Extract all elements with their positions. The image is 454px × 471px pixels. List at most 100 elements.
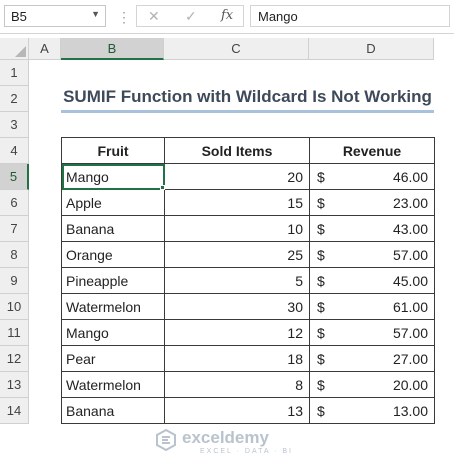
cell-fruit[interactable]: Orange xyxy=(61,241,165,268)
cell-fruit[interactable]: Mango xyxy=(61,319,165,346)
currency-symbol: $ xyxy=(317,351,325,367)
name-box[interactable]: B5 ▼ xyxy=(4,5,106,27)
table-row: Pineapple 5 $45.00 xyxy=(61,267,435,294)
table-row: Apple 15 $23.00 xyxy=(61,189,435,216)
enter-icon[interactable]: ✓ xyxy=(185,8,197,25)
table-row: Banana 10 $43.00 xyxy=(61,215,435,242)
select-all-corner[interactable] xyxy=(0,38,29,60)
formula-buttons: ✕ ✓ fx xyxy=(136,5,244,27)
cell-sold[interactable]: 10 xyxy=(164,215,310,242)
cancel-icon[interactable]: ✕ xyxy=(148,8,160,25)
column-header-c[interactable]: C xyxy=(164,38,309,60)
table-row: Mango 20 $46.00 xyxy=(61,163,435,190)
cell-revenue[interactable]: $57.00 xyxy=(309,319,435,346)
row-header-13[interactable]: 13 xyxy=(0,372,29,398)
row-header-1[interactable]: 1 xyxy=(0,60,29,86)
row-header-4[interactable]: 4 xyxy=(0,138,29,164)
cell-sold[interactable]: 5 xyxy=(164,267,310,294)
row-header-9[interactable]: 9 xyxy=(0,268,29,294)
row-header-7[interactable]: 7 xyxy=(0,216,29,242)
cell-fruit[interactable]: Watermelon xyxy=(61,293,165,320)
table-row: Banana 13 $13.00 xyxy=(61,397,435,424)
cell-sold[interactable]: 13 xyxy=(164,397,310,424)
chevron-down-icon[interactable]: ▼ xyxy=(91,9,100,19)
revenue-value: 57.00 xyxy=(392,324,428,341)
revenue-value: 61.00 xyxy=(392,298,428,315)
row-header-11[interactable]: 11 xyxy=(0,320,29,346)
header-sold-items[interactable]: Sold Items xyxy=(164,137,310,164)
watermark-brand: exceldemy xyxy=(182,428,269,447)
currency-symbol: $ xyxy=(317,299,325,315)
table-row: Mango 12 $57.00 xyxy=(61,319,435,346)
table-header-row: Fruit Sold Items Revenue xyxy=(61,137,435,164)
formula-bar: B5 ▼ ⋮ ✕ ✓ fx Mango xyxy=(0,0,454,34)
cell-fruit[interactable]: Apple xyxy=(61,189,165,216)
cell-fruit[interactable]: Pineapple xyxy=(61,267,165,294)
revenue-value: 57.00 xyxy=(392,246,428,263)
name-box-value: B5 xyxy=(11,9,27,24)
revenue-value: 20.00 xyxy=(392,376,428,393)
revenue-value: 13.00 xyxy=(392,402,428,419)
cell-revenue[interactable]: $45.00 xyxy=(309,267,435,294)
revenue-value: 43.00 xyxy=(392,220,428,237)
revenue-value: 23.00 xyxy=(392,194,428,211)
cell-sold[interactable]: 8 xyxy=(164,371,310,398)
cell-fruit[interactable]: Banana xyxy=(61,215,165,242)
exceldemy-watermark: exceldemy EXCEL · DATA · BI xyxy=(155,425,298,459)
cell-revenue[interactable]: $27.00 xyxy=(309,345,435,372)
table-row: Watermelon 8 $20.00 xyxy=(61,371,435,398)
row-header-10[interactable]: 10 xyxy=(0,294,29,320)
table-row: Watermelon 30 $61.00 xyxy=(61,293,435,320)
currency-symbol: $ xyxy=(317,221,325,237)
currency-symbol: $ xyxy=(317,195,325,211)
currency-symbol: $ xyxy=(317,377,325,393)
formula-input[interactable]: Mango xyxy=(250,5,450,27)
row-header-12[interactable]: 12 xyxy=(0,346,29,372)
cell-fruit[interactable]: Banana xyxy=(61,397,165,424)
cell-revenue[interactable]: $13.00 xyxy=(309,397,435,424)
currency-symbol: $ xyxy=(317,403,325,419)
row-header-14[interactable]: 14 xyxy=(0,398,29,424)
revenue-value: 45.00 xyxy=(392,272,428,289)
fill-handle[interactable] xyxy=(160,185,165,190)
currency-symbol: $ xyxy=(317,325,325,341)
cell-fruit[interactable]: Mango xyxy=(61,163,165,190)
header-revenue[interactable]: Revenue xyxy=(309,137,435,164)
currency-symbol: $ xyxy=(317,169,325,185)
row-header-8[interactable]: 8 xyxy=(0,242,29,268)
cell-sold[interactable]: 30 xyxy=(164,293,310,320)
revenue-value: 46.00 xyxy=(392,168,428,185)
column-header-b[interactable]: B xyxy=(61,38,164,60)
cell-sold[interactable]: 25 xyxy=(164,241,310,268)
cell-sold[interactable]: 18 xyxy=(164,345,310,372)
cell-sold[interactable]: 12 xyxy=(164,319,310,346)
row-header-6[interactable]: 6 xyxy=(0,190,29,216)
cell-fruit[interactable]: Watermelon xyxy=(61,371,165,398)
row-header-3[interactable]: 3 xyxy=(0,112,29,138)
revenue-value: 27.00 xyxy=(392,350,428,367)
cell-revenue[interactable]: $20.00 xyxy=(309,371,435,398)
cell-sold[interactable]: 20 xyxy=(164,163,310,190)
cell-revenue[interactable]: $23.00 xyxy=(309,189,435,216)
exceldemy-logo-icon xyxy=(156,429,176,451)
currency-symbol: $ xyxy=(317,273,325,289)
title-underline xyxy=(61,110,434,113)
row-header-2[interactable]: 2 xyxy=(0,86,29,112)
insert-function-icon[interactable]: fx xyxy=(221,8,233,23)
row-header-5[interactable]: 5 xyxy=(0,164,29,190)
cell-revenue[interactable]: $61.00 xyxy=(309,293,435,320)
column-header-a[interactable]: A xyxy=(29,38,61,60)
cell-revenue[interactable]: $46.00 xyxy=(309,163,435,190)
select-all-icon xyxy=(15,46,26,57)
table-row: Orange 25 $57.00 xyxy=(61,241,435,268)
cell-sold[interactable]: 15 xyxy=(164,189,310,216)
cell-revenue[interactable]: $57.00 xyxy=(309,241,435,268)
cell-revenue[interactable]: $43.00 xyxy=(309,215,435,242)
table-row: Pear 18 $27.00 xyxy=(61,345,435,372)
fruit-sales-table: Fruit Sold Items Revenue Mango 20 $46.00… xyxy=(61,137,435,424)
column-header-d[interactable]: D xyxy=(309,38,434,60)
header-fruit[interactable]: Fruit xyxy=(61,137,165,164)
watermark-tagline: EXCEL · DATA · BI xyxy=(200,448,293,455)
currency-symbol: $ xyxy=(317,247,325,263)
cell-fruit[interactable]: Pear xyxy=(61,345,165,372)
